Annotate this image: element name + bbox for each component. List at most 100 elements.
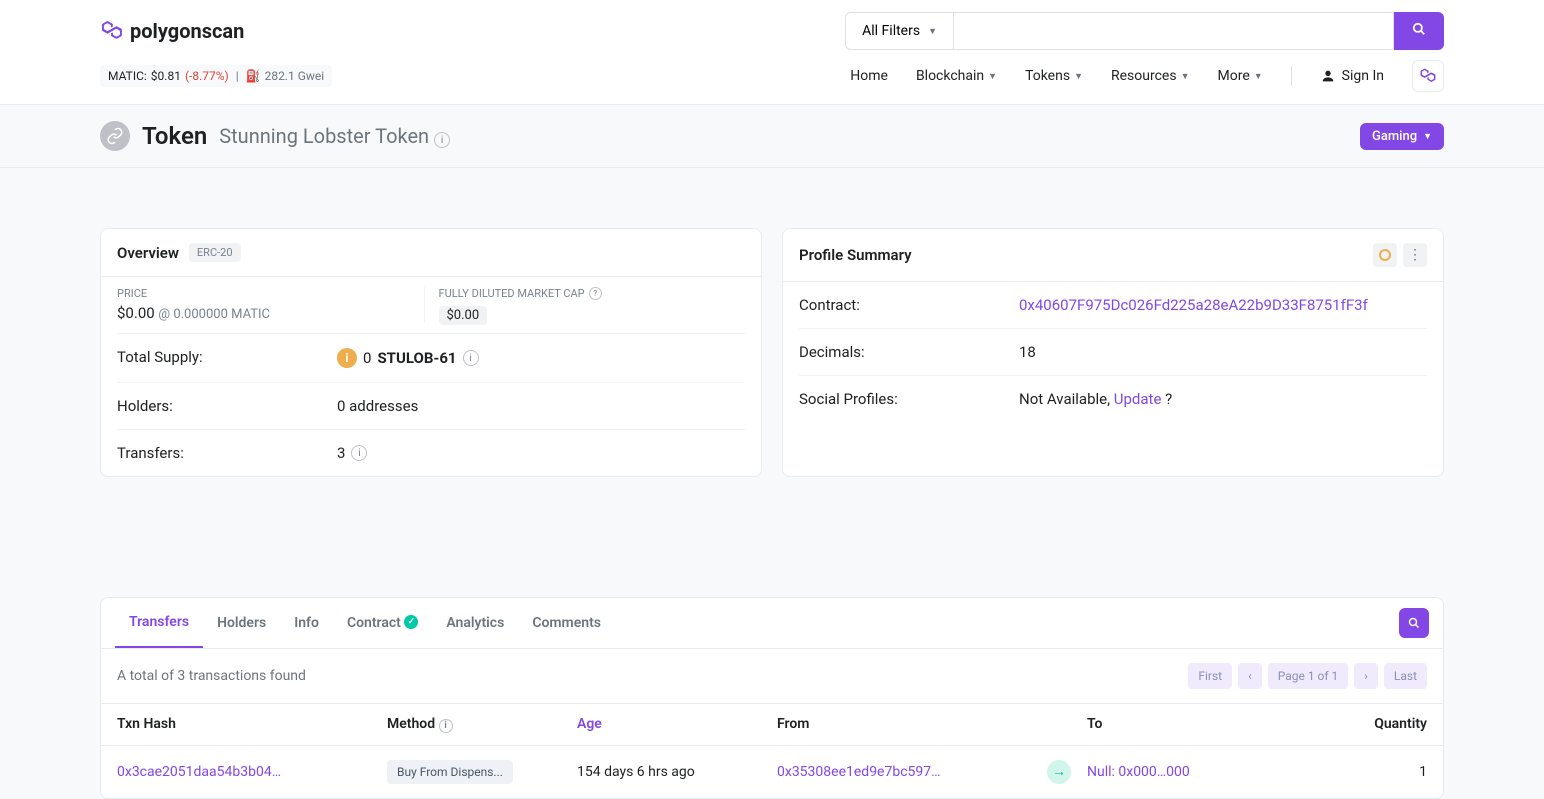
social-label: Social Profiles: bbox=[799, 390, 1019, 408]
price-sub: @ 0.000000 MATIC bbox=[158, 307, 270, 322]
method-badge: Buy From Dispens... bbox=[387, 760, 513, 784]
logo[interactable]: polygonscan bbox=[100, 19, 244, 43]
erc20-badge: ERC-20 bbox=[189, 243, 241, 262]
circle-icon bbox=[1379, 249, 1391, 261]
txn-to[interactable]: Null: 0x000…000 bbox=[1087, 764, 1337, 780]
page-prev[interactable]: ‹ bbox=[1238, 663, 1262, 689]
update-link[interactable]: Update bbox=[1114, 390, 1162, 408]
chevron-left-icon: ‹ bbox=[1248, 669, 1252, 683]
overview-card: Overview ERC-20 PRICE $0.00 @ 0.000000 M… bbox=[100, 228, 762, 477]
profile-title: Profile Summary bbox=[799, 246, 912, 264]
polygon-button[interactable] bbox=[1412, 60, 1444, 92]
price-box: MATIC: $0.81 (-8.77%) | ⛽ 282.1 Gwei bbox=[100, 65, 332, 87]
tab-info[interactable]: Info bbox=[280, 599, 333, 647]
tab-holders[interactable]: Holders bbox=[203, 599, 280, 647]
txn-from[interactable]: 0x35308ee1ed9e7bc597… bbox=[777, 764, 1047, 780]
user-icon bbox=[1320, 68, 1336, 84]
chevron-down-icon: ▼ bbox=[1074, 71, 1083, 82]
more-button[interactable]: ⋮ bbox=[1403, 243, 1427, 267]
txn-qty: 1 bbox=[1337, 764, 1427, 780]
holders-label: Holders: bbox=[117, 397, 337, 415]
th-qty: Quantity bbox=[1337, 716, 1427, 733]
search-button[interactable] bbox=[1394, 12, 1444, 50]
decimals-value: 18 bbox=[1019, 343, 1036, 361]
contract-label: Contract: bbox=[799, 296, 1019, 314]
th-hash: Txn Hash bbox=[117, 716, 387, 733]
reputation-button[interactable] bbox=[1373, 243, 1397, 267]
info-icon[interactable]: i bbox=[351, 445, 367, 461]
info-icon[interactable]: i bbox=[463, 350, 479, 366]
nav-resources[interactable]: Resources▼ bbox=[1111, 68, 1190, 84]
page-first[interactable]: First bbox=[1188, 663, 1232, 689]
chevron-down-icon: ▼ bbox=[1254, 71, 1263, 82]
txn-age: 154 days 6 hrs ago bbox=[577, 764, 777, 780]
search-icon bbox=[1408, 617, 1420, 629]
chevron-down-icon: ▼ bbox=[928, 26, 937, 37]
th-from: From bbox=[777, 716, 1047, 733]
warning-icon[interactable]: i bbox=[337, 348, 357, 368]
nav-tokens[interactable]: Tokens▼ bbox=[1025, 68, 1083, 84]
table-meta: A total of 3 transactions found bbox=[117, 668, 306, 684]
mcap-label: FULLY DILUTED MARKET CAP bbox=[439, 287, 585, 300]
price-value: $0.81 bbox=[151, 69, 181, 83]
supply-value: 0 bbox=[363, 349, 371, 367]
th-to: To bbox=[1087, 716, 1337, 733]
contract-address[interactable]: 0x40607F975Dc026Fd225a28eA22b9D33F8751fF… bbox=[1019, 296, 1368, 314]
category-button[interactable]: Gaming ▼ bbox=[1360, 123, 1444, 150]
nav-home[interactable]: Home bbox=[850, 68, 888, 84]
price-label: PRICE bbox=[117, 287, 424, 300]
brand-text: polygonscan bbox=[130, 19, 244, 43]
verified-icon: ✓ bbox=[404, 615, 418, 629]
filter-button[interactable]: All Filters ▼ bbox=[845, 12, 954, 50]
page-current: Page 1 of 1 bbox=[1268, 663, 1349, 689]
tab-search-button[interactable] bbox=[1399, 608, 1429, 638]
dots-icon: ⋮ bbox=[1408, 247, 1422, 263]
filter-label: All Filters bbox=[862, 23, 920, 39]
chevron-down-icon: ▼ bbox=[1181, 71, 1190, 82]
price: $0.00 bbox=[117, 304, 155, 322]
social-q: ? bbox=[1161, 390, 1172, 408]
page-title: Token bbox=[142, 122, 207, 150]
info-icon[interactable]: i bbox=[439, 719, 453, 733]
chevron-down-icon: ▼ bbox=[988, 71, 997, 82]
tab-contract[interactable]: Contract ✓ bbox=[333, 599, 432, 647]
supply-label: Total Supply: bbox=[117, 348, 337, 368]
nav-more[interactable]: More▼ bbox=[1218, 68, 1263, 84]
mcap-value: $0.00 bbox=[439, 306, 488, 325]
profile-card: Profile Summary ⋮ Contract: 0x40607F975D… bbox=[782, 228, 1444, 477]
nav-separator bbox=[1291, 66, 1292, 86]
holders-value: 0 addresses bbox=[337, 397, 418, 415]
price-label: MATIC: bbox=[108, 69, 147, 83]
signin-button[interactable]: Sign In bbox=[1320, 68, 1384, 84]
gas-icon: ⛽ bbox=[246, 69, 261, 83]
separator: | bbox=[233, 69, 242, 83]
help-icon[interactable]: ? bbox=[589, 287, 602, 300]
page-next[interactable]: › bbox=[1354, 663, 1378, 689]
info-icon[interactable]: i bbox=[434, 132, 450, 148]
transfers-label: Transfers: bbox=[117, 444, 337, 462]
token-icon bbox=[100, 121, 130, 151]
arrow-icon: → bbox=[1047, 760, 1071, 784]
social-na: Not Available, bbox=[1019, 390, 1114, 408]
chevron-right-icon: › bbox=[1364, 669, 1368, 683]
polygon-icon bbox=[1419, 67, 1437, 85]
overview-title: Overview bbox=[117, 244, 179, 262]
tab-transfers[interactable]: Transfers bbox=[115, 598, 203, 648]
nav-blockchain[interactable]: Blockchain▼ bbox=[916, 68, 997, 84]
th-age[interactable]: Age bbox=[577, 716, 777, 733]
search-input[interactable] bbox=[954, 12, 1394, 50]
txn-hash[interactable]: 0x3cae2051daa54b3b04… bbox=[117, 764, 387, 780]
table-row: 0x3cae2051daa54b3b04… Buy From Dispens..… bbox=[101, 746, 1443, 798]
token-name: Stunning Lobster Token i bbox=[219, 124, 450, 149]
tab-comments[interactable]: Comments bbox=[518, 599, 615, 647]
tab-analytics[interactable]: Analytics bbox=[432, 599, 518, 647]
chevron-down-icon: ▼ bbox=[1423, 131, 1432, 142]
th-method: Method i bbox=[387, 716, 577, 733]
page-last[interactable]: Last bbox=[1384, 663, 1427, 689]
link-icon bbox=[106, 127, 124, 145]
search-icon bbox=[1412, 22, 1426, 36]
decimals-label: Decimals: bbox=[799, 343, 1019, 361]
transfers-value: 3 bbox=[337, 444, 345, 462]
polygon-logo-icon bbox=[100, 19, 124, 43]
price-change: (-8.77%) bbox=[185, 69, 229, 83]
